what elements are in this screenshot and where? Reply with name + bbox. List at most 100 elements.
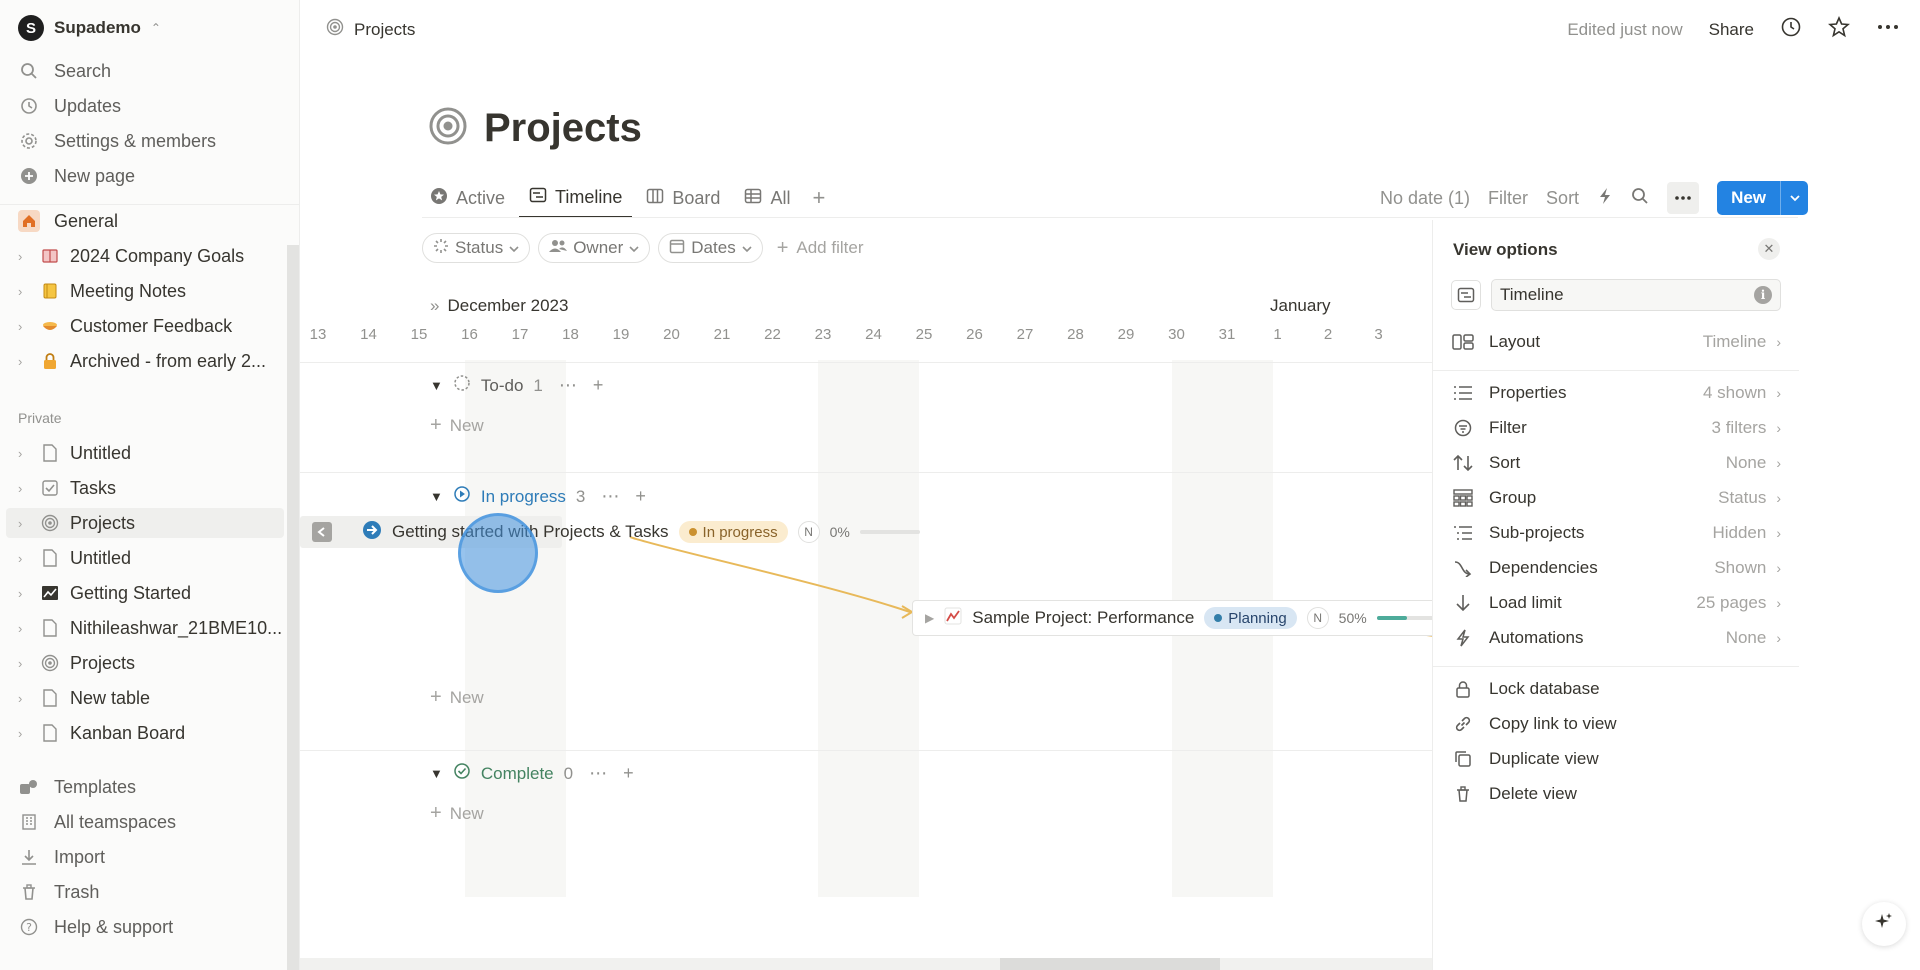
search-icon[interactable] [1631, 187, 1649, 210]
play-icon[interactable]: ▶ [925, 611, 934, 625]
sidebar-templates[interactable]: Templates [18, 772, 288, 802]
teamspace-general[interactable]: General [18, 206, 118, 236]
star-icon[interactable] [1828, 15, 1850, 43]
history-icon[interactable] [1780, 16, 1802, 43]
plus-icon[interactable]: + [623, 763, 634, 784]
option-dependencies[interactable]: Dependencies Shown › [1451, 553, 1781, 583]
chevron-right-icon[interactable]: › [18, 481, 32, 496]
option-automations[interactable]: Automations None › [1451, 623, 1781, 653]
sidebar-page-getting-started[interactable]: › Getting Started [18, 578, 288, 608]
tab-board[interactable]: Board [636, 178, 730, 218]
sidebar-page-kanban-board[interactable]: › Kanban Board [18, 718, 288, 748]
new-row-complete[interactable]: + New [430, 802, 484, 825]
trash-icon [18, 881, 40, 903]
sidebar-page-untitled[interactable]: › Untitled [18, 438, 288, 468]
no-date-button[interactable]: No date (1) [1380, 188, 1470, 209]
chevron-right-icon[interactable]: › [18, 249, 32, 264]
chevron-right-icon[interactable]: › [18, 726, 32, 741]
tab-timeline[interactable]: Timeline [519, 178, 633, 218]
new-button-label[interactable]: New [1717, 181, 1780, 215]
sidebar-page-projects-active[interactable]: › Projects [6, 508, 284, 538]
sidebar-scrollbar[interactable] [287, 245, 299, 970]
sidebar-settings[interactable]: Settings & members [18, 126, 288, 156]
collapse-arrow-icon[interactable] [312, 522, 332, 542]
scrollbar-thumb[interactable] [1000, 958, 1220, 970]
sidebar-page-nithileashwar[interactable]: › Nithileashwar_21BME10... [18, 613, 288, 643]
chevron-right-icon[interactable]: › [18, 354, 32, 369]
option-filter[interactable]: Filter 3 filters › [1451, 413, 1781, 443]
sidebar-page-new-table[interactable]: › New table [18, 683, 288, 713]
sidebar-page-archived[interactable]: › Archived - from early 2... [18, 346, 288, 376]
sidebar-all-teamspaces[interactable]: All teamspaces [18, 807, 288, 837]
sidebar-page-untitled-2[interactable]: › Untitled [18, 543, 288, 573]
chevron-right-icon[interactable]: › [18, 621, 32, 636]
option-sort[interactable]: Sort None › [1451, 448, 1781, 478]
filter-dates[interactable]: Dates [658, 233, 763, 263]
option-sub-projects[interactable]: Sub-projects Hidden › [1451, 518, 1781, 548]
share-button[interactable]: Share [1709, 20, 1754, 40]
chevron-right-icon[interactable]: › [18, 551, 32, 566]
info-icon[interactable]: i [1754, 286, 1772, 304]
option-layout[interactable]: Layout Timeline › [1451, 327, 1781, 357]
triangle-down-icon[interactable]: ▼ [430, 766, 443, 781]
horizontal-scrollbar[interactable] [300, 958, 1434, 970]
sort-button[interactable]: Sort [1546, 188, 1579, 209]
action-duplicate-view[interactable]: Duplicate view [1451, 744, 1781, 774]
sidebar-help[interactable]: ? Help & support [18, 912, 288, 942]
sidebar-updates[interactable]: Updates [18, 91, 288, 121]
page-title-text[interactable]: Projects [484, 106, 642, 151]
add-view-icon[interactable]: + [804, 185, 833, 211]
chevron-right-icon[interactable]: › [18, 516, 32, 531]
view-name-input[interactable]: Timeline i [1491, 279, 1781, 311]
task-getting-started[interactable]: Getting started with Projects & Tasks In… [312, 516, 920, 548]
action-lock-database[interactable]: Lock database [1451, 674, 1781, 704]
option-load-limit[interactable]: Load limit 25 pages › [1451, 588, 1781, 618]
view-more-button[interactable] [1667, 182, 1700, 214]
option-properties[interactable]: Properties 4 shown › [1451, 378, 1781, 408]
chevron-right-icon[interactable]: › [18, 656, 32, 671]
chevron-right-icon[interactable]: › [18, 586, 32, 601]
sidebar-import[interactable]: Import [18, 842, 288, 872]
sidebar-page-projects[interactable]: › Projects [18, 648, 288, 678]
chevron-down-icon[interactable] [1780, 181, 1808, 215]
add-filter-button[interactable]: + Add filter [777, 237, 864, 260]
target-icon[interactable] [428, 106, 468, 151]
link-icon [1451, 715, 1475, 733]
ai-sparkle-button[interactable] [1862, 902, 1906, 946]
sidebar-trash[interactable]: Trash [18, 877, 288, 907]
tab-all[interactable]: All [734, 178, 800, 218]
lightning-icon[interactable] [1597, 187, 1613, 210]
timeline-icon[interactable] [1451, 280, 1481, 310]
chevron-right-icon[interactable]: › [18, 284, 32, 299]
filter-button[interactable]: Filter [1488, 188, 1528, 209]
sidebar-item-label: Meeting Notes [70, 280, 187, 301]
chevron-right-icon[interactable]: › [18, 446, 32, 461]
tab-active[interactable]: Active [420, 178, 515, 218]
sidebar-page-company-goals[interactable]: › 2024 Company Goals [18, 241, 288, 271]
new-button[interactable]: New [1717, 181, 1809, 215]
sidebar-new-page[interactable]: New page [18, 161, 288, 191]
filter-owner[interactable]: Owner [538, 233, 651, 263]
action-copy-link[interactable]: Copy link to view [1451, 709, 1781, 739]
chevron-right-icon[interactable]: › [18, 691, 32, 706]
task-sample-project[interactable]: ▶ Sample Project: Performance Planning N… [912, 600, 1434, 636]
more-icon[interactable]: ⋯ [589, 763, 607, 784]
group-complete[interactable]: ▼ Complete 0 ⋯ + [430, 762, 634, 785]
chevron-right-icon: › [1776, 525, 1781, 541]
more-icon[interactable] [1876, 16, 1900, 43]
sidebar-item-label: Updates [54, 95, 122, 116]
sidebar-item-label: Settings & members [54, 130, 217, 151]
option-group[interactable]: Group Status › [1451, 483, 1781, 513]
sidebar-search[interactable]: Search [18, 56, 288, 86]
sidebar-page-meeting-notes[interactable]: › Meeting Notes [18, 276, 288, 306]
filter-status[interactable]: Status [422, 233, 531, 263]
view-name-value: Timeline [1500, 285, 1564, 304]
chevron-right-icon[interactable]: › [18, 319, 32, 334]
new-row-in-progress[interactable]: + New [430, 686, 484, 709]
action-delete-view[interactable]: Delete view [1451, 779, 1781, 809]
sidebar-page-customer-feedback[interactable]: › Customer Feedback [18, 311, 288, 341]
breadcrumb[interactable]: Projects [326, 18, 415, 41]
close-icon[interactable]: ✕ [1758, 238, 1780, 260]
sidebar-page-tasks[interactable]: › Tasks [18, 473, 288, 503]
workspace-switcher[interactable]: S Supademo ⌃ [18, 15, 161, 41]
